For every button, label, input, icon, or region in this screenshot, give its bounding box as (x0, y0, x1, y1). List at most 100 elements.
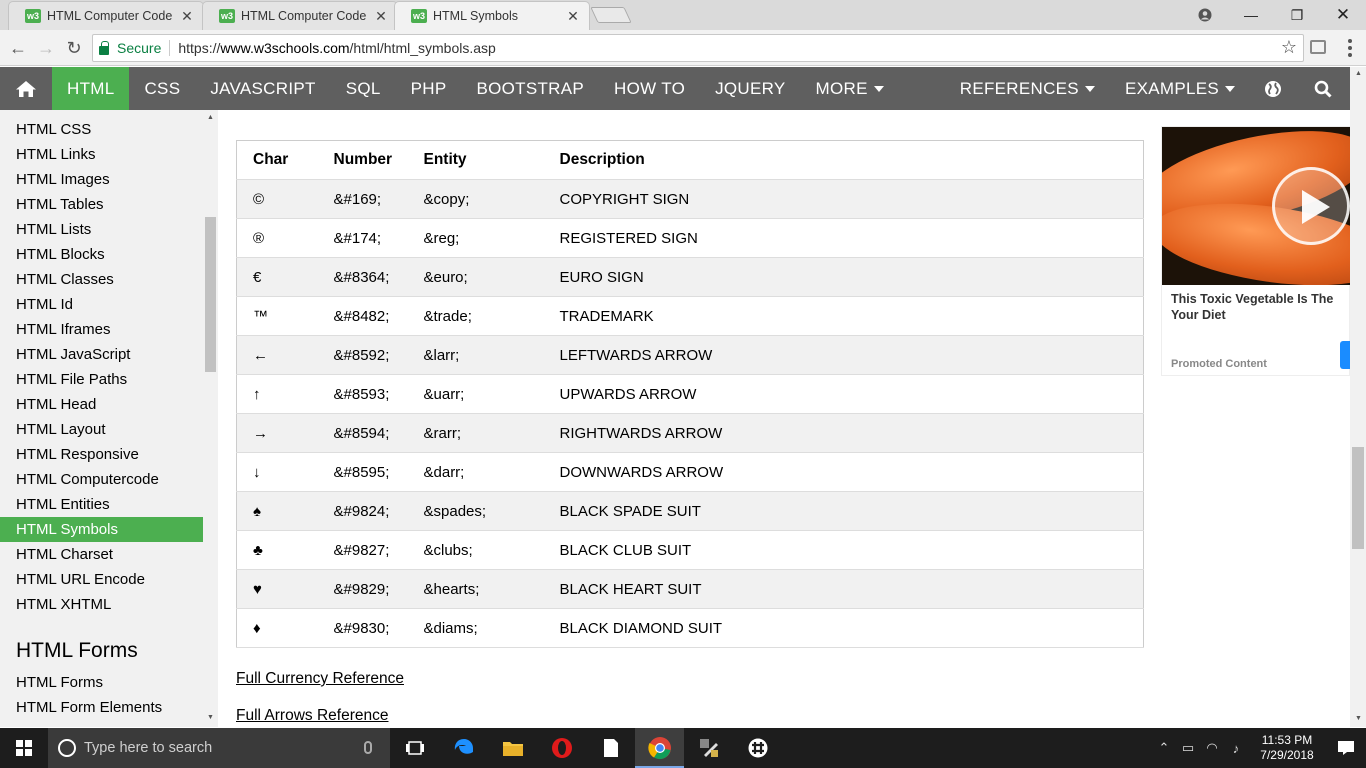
taskbar-search-box[interactable]: Type here to search (48, 728, 390, 768)
volume-icon[interactable]: ♪ (1224, 741, 1248, 756)
browser-tab-active[interactable]: w3 HTML Symbols ✕ (394, 1, 590, 30)
ad-image[interactable] (1162, 127, 1350, 285)
minimize-button[interactable]: — (1228, 0, 1274, 30)
bookmark-star-icon[interactable]: ☆ (1281, 37, 1297, 58)
scroll-up-icon[interactable]: ▲ (207, 114, 214, 121)
nav-javascript[interactable]: JAVASCRIPT (195, 67, 330, 110)
tools-app-icon[interactable] (684, 728, 733, 768)
sidebar-item-html-iframes[interactable]: HTML Iframes (0, 317, 203, 342)
full-currency-reference-link[interactable]: Full Currency Reference (236, 670, 404, 688)
symbols-table: Char Number Entity Description © &#169; &c… (236, 140, 1144, 648)
nav-sql[interactable]: SQL (331, 67, 396, 110)
sidebar-item-html-forms[interactable]: HTML Forms (0, 670, 203, 695)
sidebar-item-html-xhtml[interactable]: HTML XHTML (0, 592, 203, 617)
sidebar-item-html-tables[interactable]: HTML Tables (0, 192, 203, 217)
forward-arrow-icon[interactable]: → (34, 36, 58, 60)
sidebar-item-html-links[interactable]: HTML Links (0, 142, 203, 167)
sidebar-item-html-url-encode[interactable]: HTML URL Encode (0, 567, 203, 592)
taskbar-clock[interactable]: 11:53 PM 7/29/2018 (1248, 733, 1326, 763)
sidebar-scroll-thumb[interactable] (205, 217, 216, 372)
scroll-down-icon[interactable]: ▼ (207, 714, 214, 721)
window-close-button[interactable]: ✕ (1320, 0, 1366, 30)
sidebar-item-html-entities[interactable]: HTML Entities (0, 492, 203, 517)
sidebar-item-html-computercode[interactable]: HTML Computercode (0, 467, 203, 492)
close-icon[interactable]: ✕ (373, 8, 389, 25)
sidebar-scrollbar[interactable]: ▲ ▼ (203, 110, 218, 727)
sidebar-item-html-images[interactable]: HTML Images (0, 167, 203, 192)
chevron-up-icon[interactable]: ⌃ (1152, 740, 1176, 756)
profile-icon[interactable] (1182, 0, 1228, 30)
close-icon[interactable]: ✕ (179, 8, 195, 25)
nav-references[interactable]: REFERENCES (945, 67, 1110, 110)
url-text[interactable]: https://www.w3schools.com/html/html_symb… (178, 40, 495, 56)
sidebar-item-html-blocks[interactable]: HTML Blocks (0, 242, 203, 267)
nav-bootstrap[interactable]: BOOTSTRAP (461, 67, 599, 110)
ad-headline[interactable]: This Toxic Vegetable Is The Your Diet (1171, 291, 1350, 323)
promoted-ad[interactable]: This Toxic Vegetable Is The Your Diet Pro… (1161, 126, 1350, 376)
ad-action-button[interactable] (1340, 341, 1350, 369)
globe-icon[interactable] (1250, 67, 1296, 110)
task-view-icon[interactable] (390, 728, 439, 768)
nav-jquery[interactable]: JQUERY (700, 67, 800, 110)
sidebar-item-html-charset[interactable]: HTML Charset (0, 542, 203, 567)
action-center-icon[interactable] (1326, 728, 1366, 768)
new-tab-button[interactable] (590, 7, 632, 23)
chrome-browser-icon[interactable] (635, 728, 684, 768)
char-cell: ® (236, 218, 318, 258)
sidebar-item-html-form-elements[interactable]: HTML Form Elements (0, 695, 203, 720)
home-icon[interactable] (0, 67, 52, 110)
back-arrow-icon[interactable]: ← (6, 36, 30, 60)
windows-taskbar: Type here to search ⌃ ▭ ◠ ♪ 11:53 PM 7/2… (0, 728, 1366, 768)
opera-browser-icon[interactable] (537, 728, 586, 768)
sidebar-item-html-symbols[interactable]: HTML Symbols (0, 517, 203, 542)
browser-tab[interactable]: w3 HTML Computer Code El ✕ (8, 1, 204, 30)
char-cell: ♥ (236, 569, 318, 609)
secure-label: Secure (117, 40, 171, 56)
page-scroll-thumb[interactable] (1352, 447, 1364, 549)
nav-more[interactable]: MORE (801, 67, 899, 110)
reload-icon[interactable]: ↻ (62, 36, 86, 60)
address-bar[interactable]: Secure https://www.w3schools.com/html/ht… (92, 34, 1304, 62)
sidebar-item-html-layout[interactable]: HTML Layout (0, 417, 203, 442)
edge-browser-icon[interactable] (439, 728, 488, 768)
nav-css[interactable]: CSS (129, 67, 195, 110)
sidebar-item-html-css[interactable]: HTML CSS (0, 117, 203, 142)
nav-php[interactable]: PHP (396, 67, 462, 110)
sidebar-item-html-head[interactable]: HTML Head (0, 392, 203, 417)
w3schools-favicon-icon: w3 (411, 9, 427, 23)
description-cell: DOWNWARDS ARROW (543, 452, 1144, 492)
sidebar-item-html-responsive[interactable]: HTML Responsive (0, 442, 203, 467)
scroll-up-icon[interactable]: ▲ (1355, 70, 1362, 77)
close-icon[interactable]: ✕ (565, 8, 581, 25)
battery-icon[interactable]: ▭ (1176, 740, 1200, 756)
extension-icon[interactable] (1310, 40, 1326, 54)
nav-how-to[interactable]: HOW TO (599, 67, 700, 110)
nav-html[interactable]: HTML (52, 67, 130, 110)
tab-title: HTML Computer Code El (47, 9, 175, 23)
url-host: www.w3schools.com (220, 40, 350, 56)
windows-start-icon[interactable] (0, 728, 48, 768)
notepad-icon[interactable] (586, 728, 635, 768)
page-scrollbar[interactable]: ▲ ▼ (1350, 67, 1366, 727)
play-icon[interactable] (1272, 167, 1350, 245)
browser-tab[interactable]: w3 HTML Computer Code El ✕ (202, 1, 398, 30)
nav-examples[interactable]: EXAMPLES (1110, 67, 1250, 110)
char-cell: © (236, 179, 318, 219)
search-icon[interactable] (1296, 67, 1350, 110)
wifi-icon[interactable]: ◠ (1200, 740, 1224, 756)
sidebar-item-html-file-paths[interactable]: HTML File Paths (0, 367, 203, 392)
caret-down-icon (873, 85, 884, 92)
url-scheme: https:// (178, 40, 221, 56)
sidebar-item-html-classes[interactable]: HTML Classes (0, 267, 203, 292)
browser-menu-icon[interactable] (1340, 36, 1360, 60)
sidebar-item-html-id[interactable]: HTML Id (0, 292, 203, 317)
scroll-down-icon[interactable]: ▼ (1355, 715, 1362, 722)
sidebar-item-html-javascript[interactable]: HTML JavaScript (0, 342, 203, 367)
maximize-button[interactable]: ❐ (1274, 0, 1320, 30)
file-explorer-icon[interactable] (488, 728, 537, 768)
full-arrows-reference-link[interactable]: Full Arrows Reference (236, 707, 388, 725)
sidebar-item-html-lists[interactable]: HTML Lists (0, 217, 203, 242)
table-row: ↑ &#8593; &uarr; UPWARDS ARROW (236, 374, 1144, 414)
microphone-icon[interactable] (364, 741, 372, 754)
slack-icon[interactable] (733, 728, 782, 768)
